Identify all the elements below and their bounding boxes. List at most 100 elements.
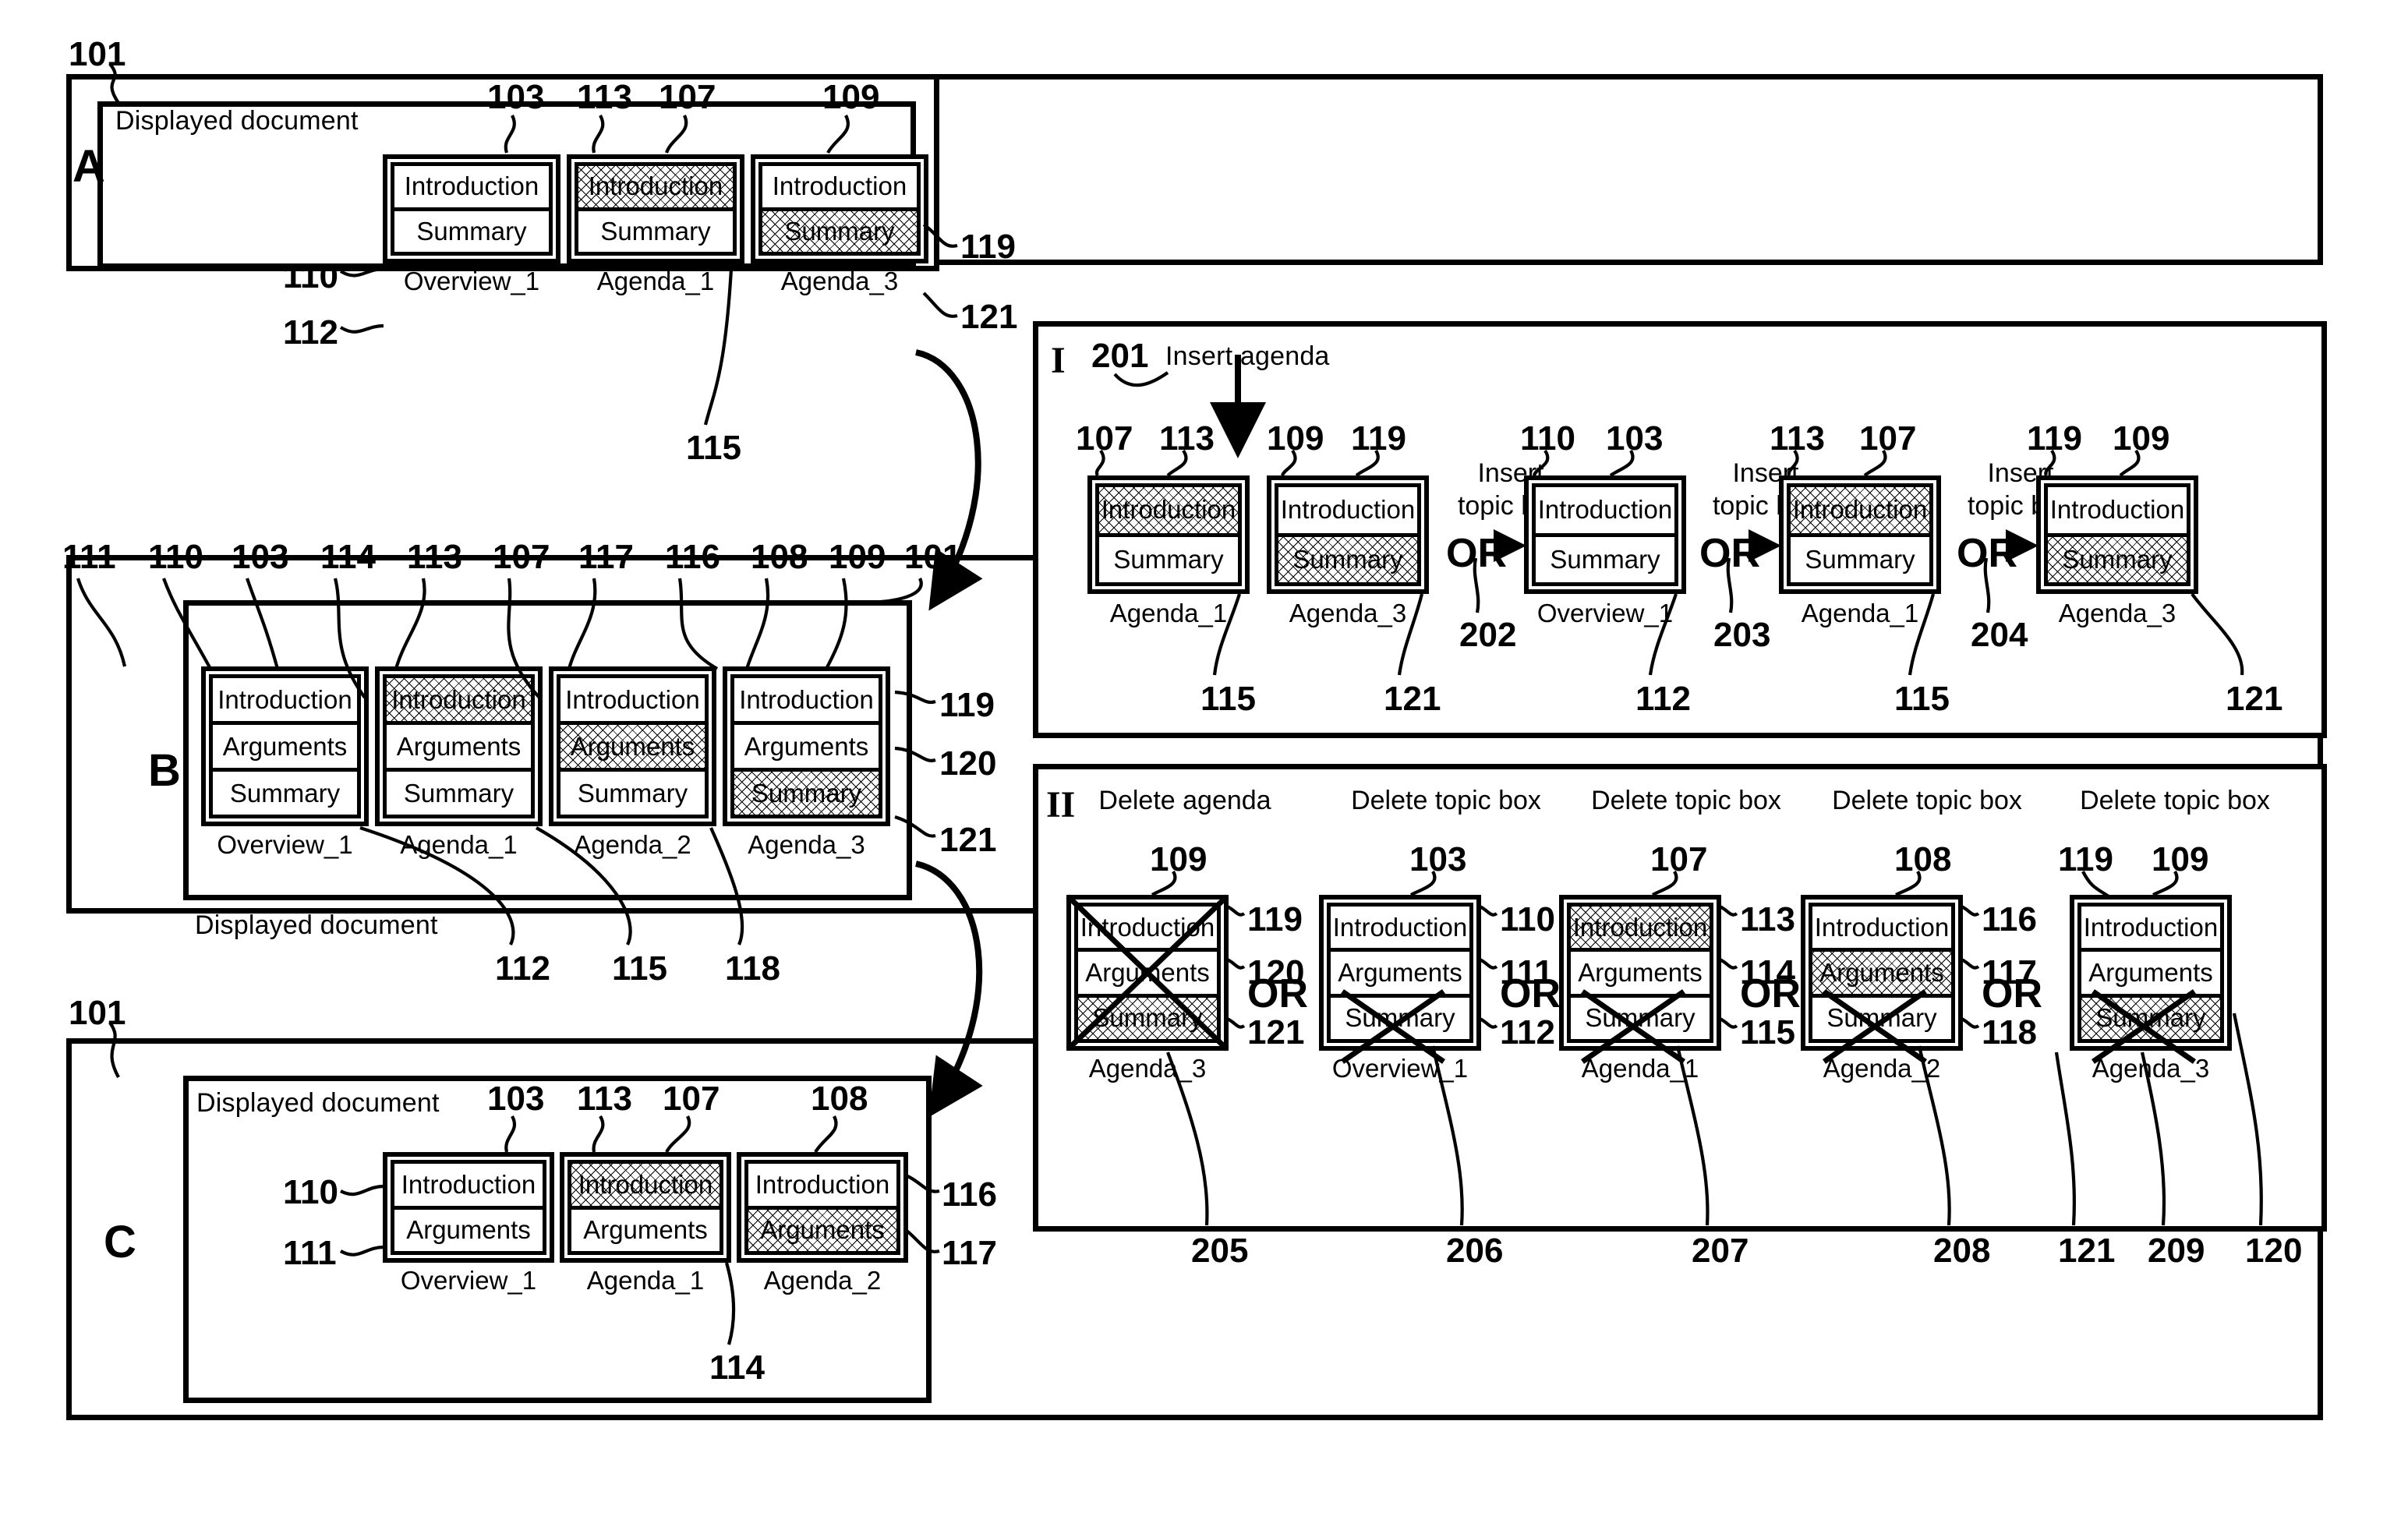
section-i-step4-name: Agenda_1 <box>1801 599 1919 627</box>
topic-box-summary[interactable]: Summary <box>1791 536 1929 582</box>
panel-b-ref-116: 116 <box>665 538 720 576</box>
topic-box-introduction[interactable]: Introduction <box>578 166 733 211</box>
panel-c-ref-right-116: 116 <box>942 1175 997 1214</box>
section-ii-trailing-121: 121 <box>2058 1232 2116 1270</box>
topic-box-arguments[interactable]: Arguments <box>748 1209 896 1251</box>
topic-box-summary[interactable]: Summary <box>1571 997 1710 1039</box>
panel-b-box-agenda1[interactable]: Introduction Arguments Summary <box>375 666 543 826</box>
panel-a-box-agenda1[interactable]: Introduction Summary <box>567 154 744 263</box>
section-ii-numeral: II <box>1046 784 1076 825</box>
panel-a-box-agenda3[interactable]: Introduction Summary <box>751 154 928 263</box>
topic-box-arguments[interactable]: Arguments <box>213 725 357 772</box>
topic-box-introduction[interactable]: Introduction <box>2048 487 2187 537</box>
panel-c-box-agenda1[interactable]: Introduction Arguments <box>560 1152 731 1263</box>
section-ii-or4: OR <box>1982 971 2042 1016</box>
topic-box-summary[interactable]: Summary <box>578 210 733 252</box>
topic-box-introduction[interactable]: Introduction <box>571 1164 720 1210</box>
section-i-step3-ref-103: 103 <box>1606 419 1664 458</box>
section-ii-step3-name: Agenda_1 <box>1581 1054 1699 1083</box>
panel-a-box-overview1[interactable]: Introduction Summary <box>383 154 560 263</box>
panel-a-document-label: Displayed document <box>115 106 359 136</box>
panel-c-document-label: Displayed document <box>196 1088 440 1118</box>
section-i-step3-overview1[interactable]: Introduction Summary <box>1524 475 1686 594</box>
topic-box-arguments[interactable]: Arguments <box>1078 952 1217 998</box>
topic-box-summary[interactable]: Summary <box>394 210 549 252</box>
section-i-step1-ref-113: 113 <box>1159 419 1215 458</box>
section-ii-step5-name: Agenda_3 <box>2092 1054 2210 1083</box>
section-ii-step3-ref-113: 113 <box>1740 900 1795 938</box>
panel-c-ref-bottom-114: 114 <box>709 1348 765 1387</box>
topic-box-introduction[interactable]: Introduction <box>2081 907 2220 953</box>
section-ii-step3-agenda1[interactable]: Introduction Arguments Summary <box>1559 895 1721 1051</box>
panel-c-ref-103: 103 <box>487 1080 545 1118</box>
section-ii-step5-header: Delete topic box <box>2080 786 2270 815</box>
topic-box-summary[interactable]: Summary <box>2048 536 2187 582</box>
topic-box-introduction[interactable]: Introduction <box>1278 487 1417 537</box>
topic-box-arguments[interactable]: Arguments <box>387 725 531 772</box>
section-ii-step4-ref-208: 208 <box>1933 1232 1991 1270</box>
topic-box-introduction[interactable]: Introduction <box>1099 487 1238 537</box>
topic-box-summary[interactable]: Summary <box>1278 536 1417 582</box>
topic-box-introduction[interactable]: Introduction <box>762 166 917 211</box>
section-ii-step2-overview1[interactable]: Introduction Arguments Summary <box>1319 895 1481 1051</box>
topic-box-arguments[interactable]: Arguments <box>560 725 705 772</box>
topic-box-arguments[interactable]: Arguments <box>734 725 879 772</box>
topic-box-introduction[interactable]: Introduction <box>394 1164 543 1210</box>
topic-box-summary[interactable]: Summary <box>762 210 917 252</box>
panel-b-box-overview1[interactable]: Introduction Arguments Summary <box>201 666 369 826</box>
section-ii-or2: OR <box>1500 971 1561 1016</box>
panel-b-box-agenda2[interactable]: Introduction Arguments Summary <box>549 666 716 826</box>
topic-box-summary[interactable]: Summary <box>1331 997 1469 1039</box>
section-i-step5-agenda3[interactable]: Introduction Summary <box>2036 475 2198 594</box>
topic-box-arguments[interactable]: Arguments <box>1571 952 1710 998</box>
topic-box-arguments[interactable]: Arguments <box>1812 952 1951 998</box>
section-i-op1-or: OR <box>1446 531 1507 576</box>
topic-box-arguments[interactable]: Arguments <box>2081 952 2220 998</box>
topic-box-introduction[interactable]: Introduction <box>394 166 549 211</box>
topic-box-arguments[interactable]: Arguments <box>571 1209 720 1251</box>
panel-a-ref-113: 113 <box>577 78 632 116</box>
topic-box-summary[interactable]: Summary <box>213 772 357 815</box>
panel-c-box-overview1[interactable]: Introduction Arguments <box>383 1152 554 1263</box>
panel-b-box-agenda3[interactable]: Introduction Arguments Summary <box>723 666 890 826</box>
section-ii-step5-agenda3[interactable]: Introduction Arguments Summary <box>2070 895 2232 1051</box>
panel-c-box-agenda2[interactable]: Introduction Arguments <box>737 1152 908 1263</box>
topic-box-introduction[interactable]: Introduction <box>1078 907 1217 953</box>
section-ii-step1-agenda3[interactable]: Introduction Arguments Summary <box>1066 895 1229 1051</box>
section-ii-step2-ref-103: 103 <box>1409 840 1467 878</box>
section-i-step1-agenda1[interactable]: Introduction Summary <box>1087 475 1250 594</box>
topic-box-introduction[interactable]: Introduction <box>1331 907 1469 953</box>
topic-box-summary[interactable]: Summary <box>560 772 705 815</box>
topic-box-introduction[interactable]: Introduction <box>734 678 879 725</box>
section-i-step2-agenda3[interactable]: Introduction Summary <box>1267 475 1429 594</box>
topic-box-summary[interactable]: Summary <box>1812 997 1951 1039</box>
topic-box-introduction[interactable]: Introduction <box>1571 907 1710 953</box>
section-ii-or3: OR <box>1740 971 1801 1016</box>
topic-box-introduction[interactable]: Introduction <box>1791 487 1929 537</box>
topic-box-introduction[interactable]: Introduction <box>1812 907 1951 953</box>
topic-box-summary[interactable]: Summary <box>2081 997 2220 1039</box>
panel-b-ref-bottom-115: 115 <box>612 949 667 988</box>
panel-c-ref-107: 107 <box>663 1080 720 1118</box>
topic-box-arguments[interactable]: Arguments <box>1331 952 1469 998</box>
topic-box-arguments[interactable]: Arguments <box>394 1209 543 1251</box>
topic-box-introduction[interactable]: Introduction <box>213 678 357 725</box>
section-i-op3-ref-204: 204 <box>1971 616 2028 654</box>
topic-box-summary[interactable]: Summary <box>1078 997 1217 1039</box>
panel-a-ref-right-121: 121 <box>960 298 1018 336</box>
section-i-header-label: Insert agenda <box>1165 341 1330 371</box>
topic-box-introduction[interactable]: Introduction <box>748 1164 896 1210</box>
topic-box-summary[interactable]: Summary <box>734 772 879 815</box>
panel-c-ref-101: 101 <box>69 994 126 1032</box>
section-ii-step4-agenda2[interactable]: Introduction Arguments Summary <box>1801 895 1963 1051</box>
panel-a-ref-bottom-115: 115 <box>686 429 741 467</box>
section-i-step4-agenda1[interactable]: Introduction Summary <box>1779 475 1941 594</box>
topic-box-summary[interactable]: Summary <box>1099 536 1238 582</box>
topic-box-summary[interactable]: Summary <box>1536 536 1674 582</box>
topic-box-introduction[interactable]: Introduction <box>1536 487 1674 537</box>
panel-c-ref-108: 108 <box>811 1080 868 1118</box>
panel-b-ref-113: 113 <box>407 538 462 576</box>
topic-box-summary[interactable]: Summary <box>387 772 531 815</box>
topic-box-introduction[interactable]: Introduction <box>560 678 705 725</box>
topic-box-introduction[interactable]: Introduction <box>387 678 531 725</box>
